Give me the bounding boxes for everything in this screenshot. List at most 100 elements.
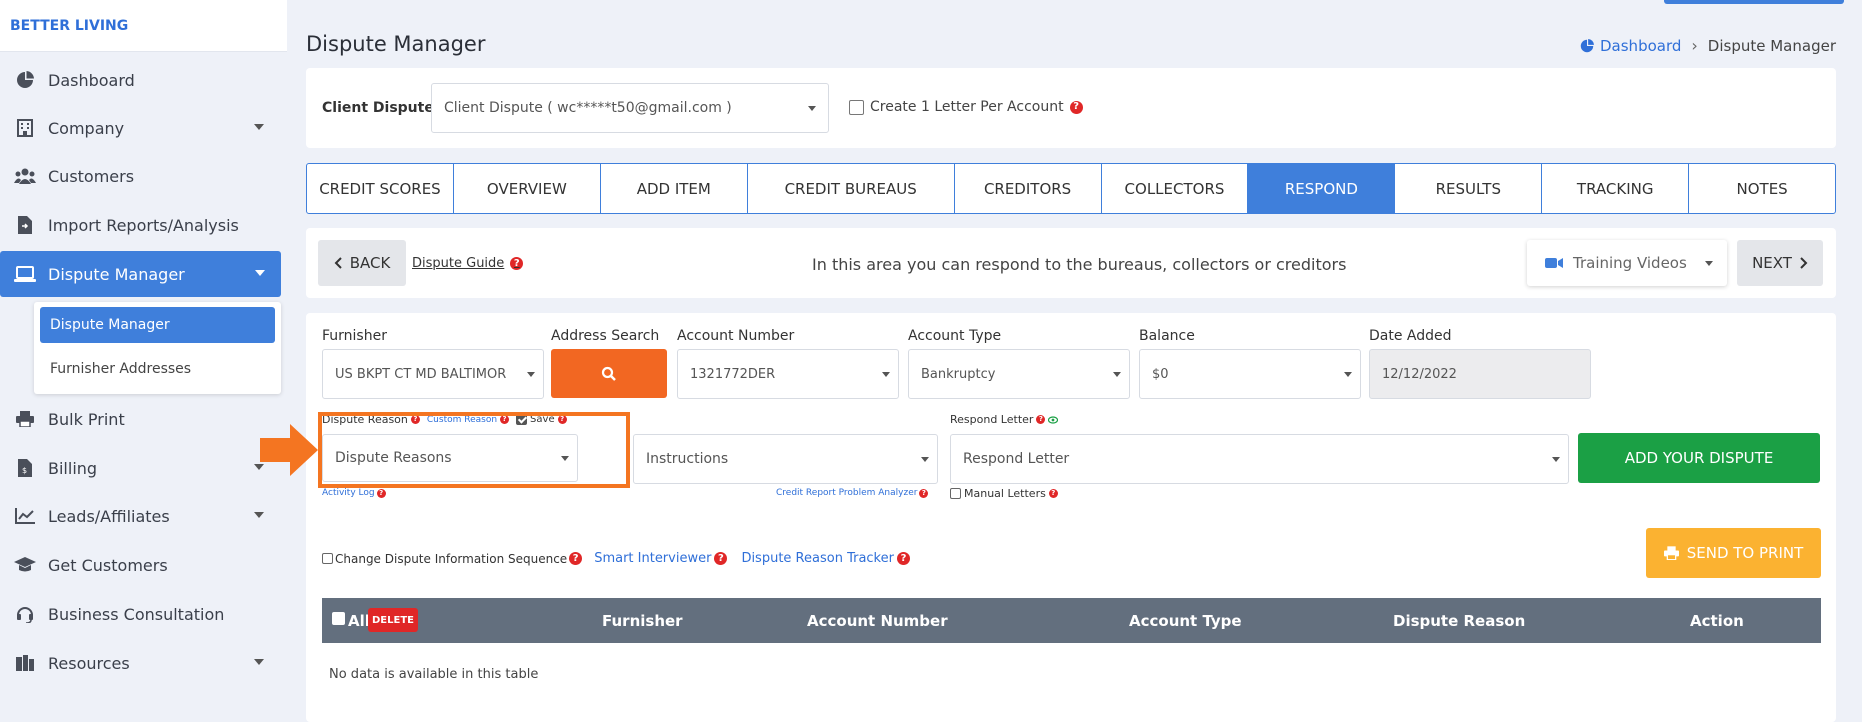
create-letter-checkbox[interactable] [849,99,864,115]
breadcrumb-current: Dispute Manager [1707,36,1836,55]
submenu-item-dispute-manager[interactable]: Dispute Manager [40,307,275,343]
help-icon[interactable]: ? [1036,415,1046,424]
column-header-account-number[interactable]: Account Number [807,612,948,630]
help-icon[interactable]: ? [376,488,386,498]
brand-logo[interactable]: BETTER LIVING [0,0,287,52]
select-all-label: All [348,612,370,630]
address-search-button[interactable] [551,349,667,398]
respond-form-card: Furnisher US BKPT CT MD BALTIMOR Address… [306,313,1836,722]
dispute-tools-row: Change Dispute Information Sequence ? Sm… [322,551,910,566]
send-to-print-button[interactable]: SEND TO PRINT [1646,528,1821,578]
column-header-account-type[interactable]: Account Type [1129,612,1242,630]
select-all-checkbox[interactable] [332,612,345,625]
respond-letter-select[interactable]: Respond Letter [950,434,1569,484]
pie-chart-icon [1580,38,1594,52]
client-dispute-value: Client Dispute ( wc*****t50@gmail.com ) [444,100,732,116]
chevron-right-icon: › [1691,36,1698,55]
breadcrumb: Dashboard › Dispute Manager [1580,36,1836,55]
delete-button[interactable]: DELETE [368,608,418,632]
sidebar-item-billing[interactable]: $ Billing [0,445,280,491]
dispute-reason-tracker-link[interactable]: Dispute Reason Tracker ? [741,551,910,566]
next-button[interactable]: NEXT [1737,240,1823,286]
instructions-select[interactable]: Instructions [633,434,938,484]
graduation-cap-icon [14,554,36,576]
account-number-label: Account Number [677,328,795,344]
send-to-print-label: SEND TO PRINT [1686,544,1804,562]
sidebar-item-label: Business Consultation [48,604,225,624]
breadcrumb-home-label: Dashboard [1600,36,1682,55]
tab-credit-scores[interactable]: CREDIT SCORES [307,164,454,213]
help-icon[interactable]: ? [714,552,728,565]
sidebar-item-company[interactable]: Company [0,105,280,151]
help-icon[interactable]: ? [896,552,910,565]
sidebar-item-label: Dispute Manager [48,264,185,284]
client-dispute-select[interactable]: Client Dispute ( wc*****t50@gmail.com ) [431,83,829,133]
balance-label: Balance [1139,328,1195,344]
back-button[interactable]: BACK [318,240,406,286]
sidebar-item-resources[interactable]: Resources [0,640,280,686]
training-videos-dropdown[interactable]: Training Videos [1527,240,1727,286]
tab-add-item[interactable]: ADD ITEM [601,164,748,213]
submenu-item-furnisher-addresses[interactable]: Furnisher Addresses [40,351,275,387]
page-title: Dispute Manager [306,32,486,56]
chevron-down-icon [921,457,929,462]
account-number-value: 1321772DER [690,366,776,382]
video-camera-icon [1545,258,1563,268]
account-type-select[interactable]: Bankruptcy [908,349,1130,399]
tab-credit-bureaus[interactable]: CREDIT BUREAUS [748,164,955,213]
tab-overview[interactable]: OVERVIEW [454,164,601,213]
disputes-table-header: All DELETE Furnisher Account Number Acco… [322,598,1821,643]
sidebar-item-get-customers[interactable]: Get Customers [0,542,280,588]
help-icon[interactable]: ? [510,257,524,270]
sidebar-item-leads-affiliates[interactable]: Leads/Affiliates [0,493,280,539]
furnisher-value: US BKPT CT MD BALTIMOR [335,366,507,382]
next-label: NEXT [1752,254,1792,272]
invoice-icon: $ [14,457,36,479]
chevron-down-icon [254,124,264,130]
column-header-dispute-reason[interactable]: Dispute Reason [1393,612,1525,630]
create-letter-label: Create 1 Letter Per Account [870,99,1064,115]
chevron-down-icon [254,512,264,518]
furnisher-select[interactable]: US BKPT CT MD BALTIMOR [322,349,544,399]
change-sequence-checkbox[interactable] [322,553,333,564]
help-icon[interactable]: ? [1069,100,1083,114]
dispute-guide-link[interactable]: Dispute Guide ? [412,256,524,271]
tab-collectors[interactable]: COLLECTORS [1102,164,1249,213]
account-number-select[interactable]: 1321772DER [677,349,899,399]
eye-icon[interactable] [1048,415,1059,424]
column-header-action[interactable]: Action [1690,612,1744,630]
svg-text:$: $ [22,466,27,475]
sidebar-item-customers[interactable]: Customers [0,153,280,199]
chevron-right-icon [1800,257,1808,269]
sidebar-item-label: Dashboard [48,70,135,90]
column-header-furnisher[interactable]: Furnisher [602,612,683,630]
balance-select[interactable]: $0 [1139,349,1361,399]
breadcrumb-home-link[interactable]: Dashboard [1580,37,1681,55]
sidebar-item-import-reports[interactable]: Import Reports/Analysis [0,202,280,248]
help-icon[interactable]: ? [919,488,929,498]
tab-creditors[interactable]: CREDITORS [955,164,1102,213]
add-your-dispute-button[interactable]: ADD YOUR DISPUTE [1578,433,1820,483]
sidebar-item-business-consultation[interactable]: Business Consultation [0,591,280,637]
credit-report-analyzer-link[interactable]: Credit Report Problem Analyzer ? [776,488,929,498]
sidebar-item-dispute-manager[interactable]: Dispute Manager [0,251,281,297]
sidebar-item-label: Resources [48,653,130,673]
smart-interviewer-link[interactable]: Smart Interviewer ? [594,551,728,566]
tab-respond[interactable]: RESPOND [1248,164,1396,213]
tab-notes[interactable]: NOTES [1689,164,1835,213]
respond-description: In this area you can respond to the bure… [812,255,1347,274]
sidebar-item-bulk-print[interactable]: Bulk Print [0,396,280,442]
respond-letter-header: Respond Letter ? [950,413,1059,426]
balance-value: $0 [1152,366,1169,382]
tab-results[interactable]: RESULTS [1395,164,1543,213]
tab-tracking[interactable]: TRACKING [1542,164,1690,213]
sidebar-item-label: Billing [48,458,98,478]
chevron-down-icon [527,372,535,377]
manual-letters-checkbox[interactable] [950,488,961,499]
dispute-manager-submenu: Dispute Manager Furnisher Addresses [34,302,281,394]
activity-log-link[interactable]: Activity Log ? [322,488,386,498]
date-added-value: 12/12/2022 [1382,366,1457,382]
sidebar-item-dashboard[interactable]: Dashboard [0,57,280,103]
help-icon[interactable]: ? [569,552,583,565]
help-icon[interactable]: ? [1048,489,1058,498]
